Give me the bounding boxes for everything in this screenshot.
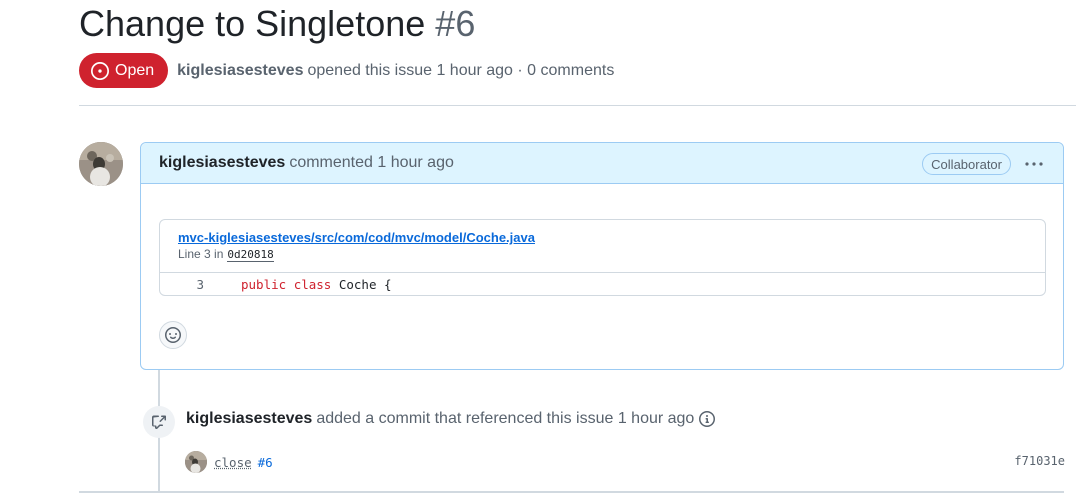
avatar-photo	[79, 142, 123, 186]
issue-meta-text: opened this issue 1 hour ago · 0 comment…	[307, 61, 615, 79]
bottom-divider	[79, 491, 1064, 493]
issue-number: #6	[435, 3, 476, 44]
code-content: public class Coche {	[241, 277, 392, 292]
kebab-menu-icon[interactable]	[1023, 154, 1045, 174]
code-keyword-class: class	[293, 277, 332, 292]
commit-message-link[interactable]: close	[214, 455, 252, 470]
header-divider	[79, 105, 1076, 106]
timeline-event: kiglesiasesteves added a commit that ref…	[186, 410, 716, 428]
code-snippet: mvc-kiglesiasesteves/src/com/cod/mvc/mod…	[159, 219, 1046, 296]
info-icon[interactable]	[699, 411, 716, 427]
cross-reference-icon	[143, 406, 175, 438]
commit-sha[interactable]: f71031e	[1014, 454, 1065, 468]
file-path-link[interactable]: mvc-kiglesiasesteves/src/com/cod/mvc/mod…	[178, 230, 535, 245]
comment-box: kiglesiasesteves commented 1 hour ago Co…	[140, 142, 1064, 370]
issue-title: Change to Singletone #6	[79, 2, 475, 46]
issue-meta: Open kiglesiasesteves opened this issue …	[79, 53, 614, 88]
issue-ref-link[interactable]: #6	[258, 455, 273, 470]
issue-author-link[interactable]: kiglesiasesteves	[177, 62, 303, 80]
comment-timestamp: commented 1 hour ago	[289, 154, 454, 171]
avatar-photo-small	[185, 451, 207, 473]
smiley-icon	[165, 327, 181, 343]
issue-opened-icon	[91, 61, 109, 80]
code-rest: Coche {	[338, 277, 392, 292]
comment-header: kiglesiasesteves commented 1 hour ago Co…	[141, 143, 1063, 184]
line-number: 3	[196, 277, 204, 292]
add-reaction-button[interactable]	[159, 321, 187, 349]
comment-author-link[interactable]: kiglesiasesteves	[159, 154, 285, 172]
avatar[interactable]	[79, 142, 123, 186]
commit-sha-link[interactable]: 0d20818	[227, 248, 274, 262]
code-line: 3 public class Coche {	[160, 272, 1045, 296]
line-reference: Line 3 in 0d20818	[178, 247, 274, 262]
status-label: Open	[115, 61, 155, 79]
status-badge: Open	[79, 53, 169, 88]
collaborator-badge: Collaborator	[922, 153, 1011, 175]
commit-avatar[interactable]	[185, 451, 207, 473]
line-prefix: Line 3 in	[178, 247, 224, 261]
event-text: added a commit that referenced this issu…	[316, 410, 695, 427]
event-author-link[interactable]: kiglesiasesteves	[186, 410, 312, 428]
commit-message: close #6	[214, 455, 273, 470]
commit-row: close #6 f71031e	[185, 450, 1065, 474]
code-keyword-public: public	[241, 277, 287, 292]
issue-title-text: Change to Singletone	[79, 3, 426, 44]
